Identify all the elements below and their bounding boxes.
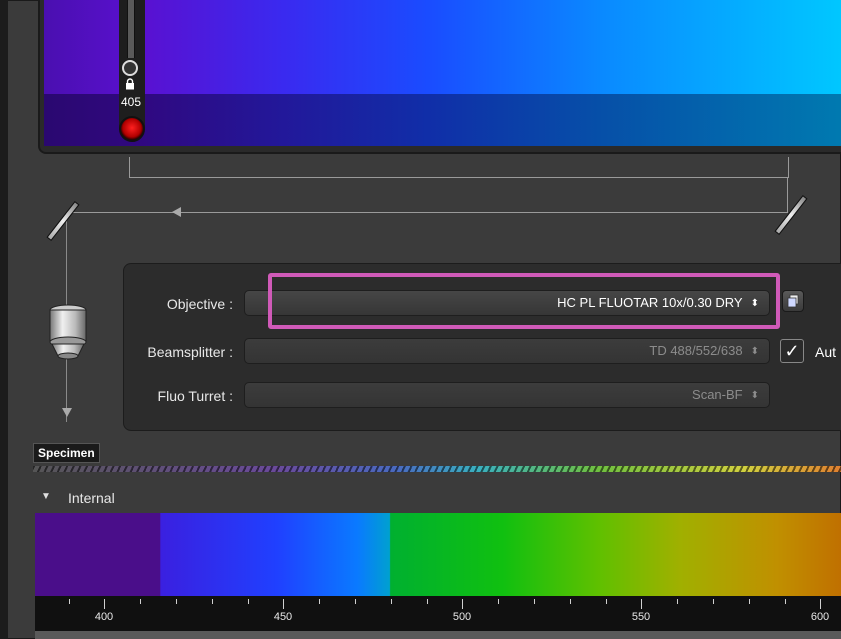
fluo-turret-select[interactable]: Scan-BF ⬍ (244, 382, 770, 408)
major-tick (641, 599, 642, 609)
major-tick (462, 599, 463, 609)
minor-tick (391, 599, 392, 604)
major-tick (283, 599, 284, 609)
auto-label: Aut (815, 344, 837, 360)
minor-tick (248, 599, 249, 604)
minor-tick (570, 599, 571, 604)
minor-tick (785, 599, 786, 604)
beamsplitter-select[interactable]: TD 488/552/638 ⬍ (244, 338, 770, 364)
tick-label-550: 550 (631, 611, 651, 623)
laser-slider-knob[interactable] (122, 60, 138, 76)
collapse-triangle-icon[interactable]: ▼ (41, 491, 51, 502)
beam-arrow-left-icon (172, 207, 181, 217)
wavelength-scale (35, 596, 841, 631)
detection-spectrum[interactable] (35, 513, 841, 603)
minor-tick (498, 599, 499, 604)
auto-checkbox[interactable]: ✓ (780, 339, 804, 363)
detector-strip (35, 631, 841, 639)
updown-arrows-icon: ⬍ (750, 345, 759, 357)
minor-tick (677, 599, 678, 604)
tick-label-500: 500 (452, 611, 472, 623)
window-border (0, 0, 8, 639)
minor-tick (427, 599, 428, 604)
section-divider (33, 466, 841, 472)
beamsplitter-label: Beamsplitter : (147, 344, 233, 360)
updown-arrows-icon: ⬍ (750, 389, 759, 401)
fluo-turret-label: Fluo Turret : (157, 388, 233, 404)
beamsplitter-value: TD 488/552/638 (649, 343, 743, 358)
beam-bracket (129, 157, 789, 178)
minor-tick (606, 599, 607, 604)
laser-spectrum-lower (44, 94, 841, 146)
laser-wavelength-label: 405 (120, 95, 142, 109)
beam-arrow-down-icon (62, 408, 72, 417)
lock-icon[interactable] (125, 78, 135, 90)
tick-label-450: 450 (273, 611, 293, 623)
minor-tick (140, 599, 141, 604)
laser-toggle-button[interactable] (119, 116, 145, 142)
minor-tick (713, 599, 714, 604)
tick-label-400: 400 (94, 611, 114, 623)
major-tick (820, 599, 821, 609)
minor-tick (534, 599, 535, 604)
laser-intensity-slider[interactable] (127, 0, 135, 58)
tick-label-600: 600 (810, 611, 830, 623)
objective-highlight (268, 273, 780, 329)
minor-tick (749, 599, 750, 604)
minor-tick (212, 599, 213, 604)
beam-path-vertical (787, 177, 788, 213)
copy-icon (787, 294, 799, 308)
fluo-turret-value: Scan-BF (692, 387, 743, 402)
objective-settings-button[interactable] (782, 290, 804, 312)
minor-tick (319, 599, 320, 604)
objective-label: Objective : (166, 296, 233, 312)
specimen-label: Specimen (33, 443, 100, 463)
minor-tick (355, 599, 356, 604)
major-tick (104, 599, 105, 609)
internal-section-title[interactable]: Internal (68, 490, 115, 506)
minor-tick (176, 599, 177, 604)
minor-tick (69, 599, 70, 604)
objective-lens-icon (49, 304, 87, 360)
